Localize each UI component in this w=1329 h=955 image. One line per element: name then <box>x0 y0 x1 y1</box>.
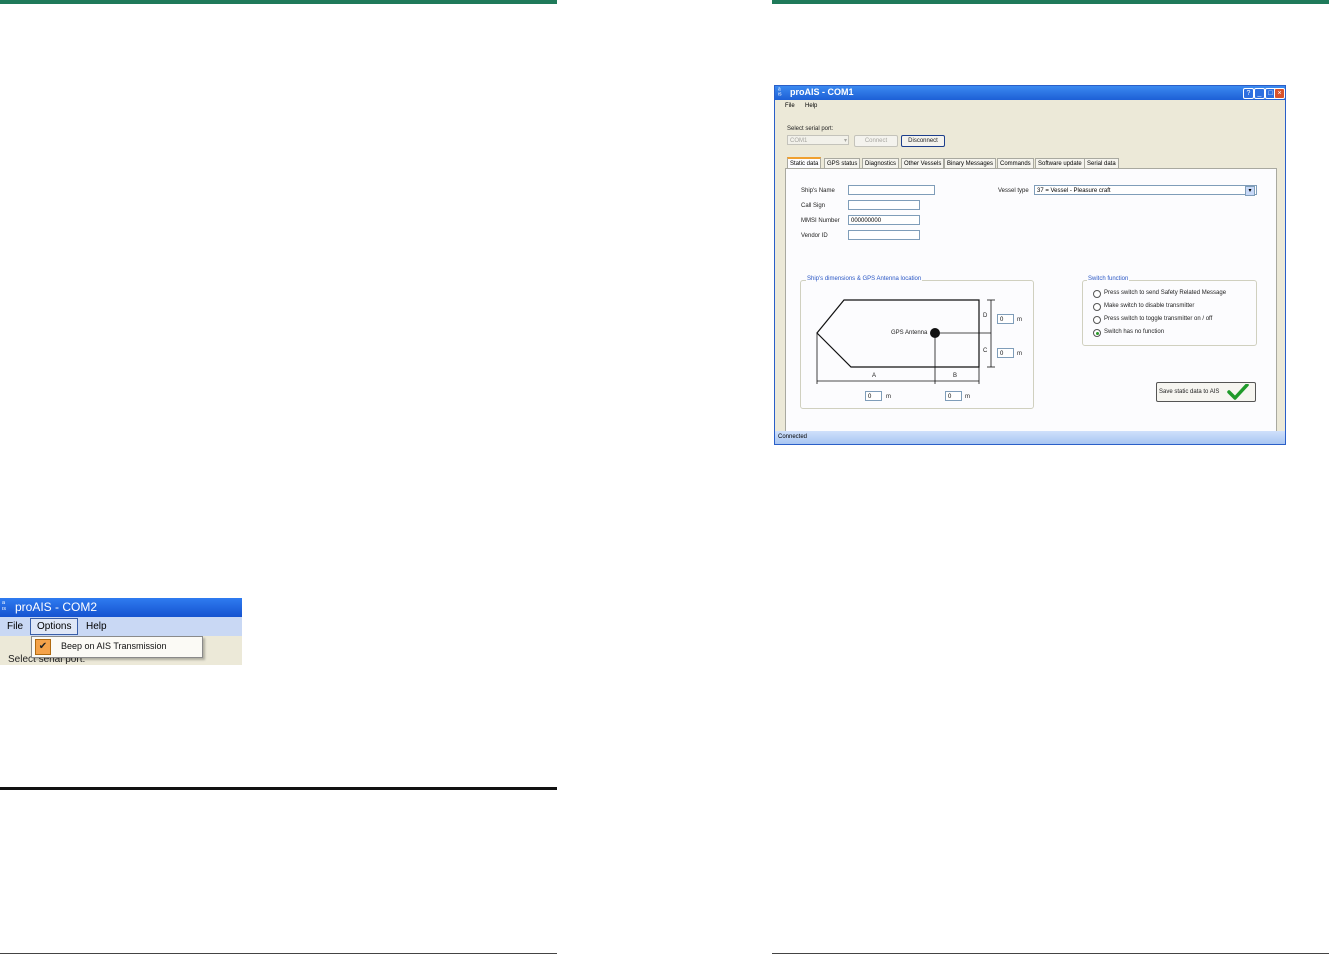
menu-file[interactable]: File <box>7 621 23 632</box>
window-title: proAIS - COM1 <box>790 87 854 97</box>
checkmark-icon: ✔ <box>35 639 51 655</box>
static-data-panel: Ship's Name Call Sign MMSI Number 000000… <box>785 168 1277 433</box>
vendor-id-label: Vendor ID <box>801 233 828 239</box>
mmsi-label: MMSI Number <box>801 218 840 224</box>
vendor-id-field[interactable] <box>848 230 920 240</box>
chevron-down-icon[interactable]: ▾ <box>1245 186 1255 196</box>
section-rule <box>0 787 557 790</box>
radio-toggle-transmitter-label: Press switch to toggle transmitter on / … <box>1104 316 1213 322</box>
radio-safety-message[interactable] <box>1093 290 1101 298</box>
dim-a-label: A <box>872 373 877 379</box>
save-static-data-button[interactable]: Save static data to AIS <box>1156 382 1256 402</box>
beep-on-transmission-item[interactable]: Beep on AIS Transmission <box>61 641 167 651</box>
dim-d-label: D <box>983 313 988 319</box>
vessel-type-select[interactable]: 37 = Vessel - Pleasure craft ▾ <box>1034 185 1257 196</box>
connect-button[interactable]: Connect <box>854 135 898 147</box>
serial-port-select[interactable]: COM1 ▾ <box>787 135 849 145</box>
save-button-label: Save static data to AIS <box>1159 389 1220 395</box>
disconnect-button[interactable]: Disconnect <box>901 135 945 147</box>
menu-bar: File Options Help <box>0 617 242 636</box>
radio-no-function-label: Switch has no function <box>1104 329 1165 335</box>
radio-disable-transmitter[interactable] <box>1093 303 1101 311</box>
call-sign-field[interactable] <box>848 200 920 210</box>
menu-bar: File Help <box>775 101 1285 112</box>
help-icon[interactable]: ? <box>1243 88 1254 99</box>
dim-a-unit: m <box>886 394 891 400</box>
dim-d-field[interactable]: 0 <box>997 314 1014 324</box>
dimensions-group: Ship's dimensions & GPS Antenna location… <box>800 276 1034 409</box>
radio-disable-transmitter-label: Make switch to disable transmitter <box>1104 303 1195 309</box>
proais-window: ᵃ ᶦˢ proAIS - COM1 ? _ □ × File Help Sele… <box>774 85 1286 445</box>
menu-file[interactable]: File <box>785 103 795 109</box>
ais-app-icon: ᵃ ᶦˢ <box>2 599 6 614</box>
switch-function-group: Switch function Press switch to send Saf… <box>1082 276 1257 346</box>
status-text: Connected <box>778 434 808 440</box>
dim-b-label: B <box>953 373 958 379</box>
top-rule-right <box>772 0 1329 4</box>
call-sign-label: Call Sign <box>801 203 826 209</box>
ships-name-label: Ship's Name <box>801 188 835 194</box>
ais-app-icon: ᵃ ᶦˢ <box>778 87 782 99</box>
window-title: proAIS - COM2 <box>15 600 98 614</box>
title-bar: ᵃ ᶦˢ proAIS - COM1 ? _ □ × <box>775 86 1285 100</box>
dim-b-field[interactable]: 0 <box>945 391 962 401</box>
bottom-rule-left <box>0 953 557 954</box>
radio-no-function[interactable] <box>1093 329 1101 337</box>
switch-function-title: Switch function <box>1087 276 1130 282</box>
radio-toggle-transmitter[interactable] <box>1093 316 1101 324</box>
serial-port-label: Select serial port: <box>787 126 834 132</box>
vessel-type-label: Vessel type <box>998 188 1029 194</box>
dim-a-field[interactable]: 0 <box>865 391 882 401</box>
ships-name-field[interactable] <box>848 185 935 195</box>
options-dropdown: ✔ Beep on AIS Transmission <box>31 636 203 658</box>
ship-diagram <box>816 299 995 384</box>
gps-antenna-label: GPS Antenna <box>891 330 928 336</box>
close-icon[interactable]: × <box>1274 88 1285 99</box>
minimize-icon[interactable]: _ <box>1254 88 1265 99</box>
bottom-rule-right <box>772 953 1329 954</box>
dim-c-unit: m <box>1017 351 1022 357</box>
dim-b-unit: m <box>965 394 970 400</box>
menu-help[interactable]: Help <box>86 621 107 632</box>
chevron-down-icon: ▾ <box>843 138 847 144</box>
checkmark-icon <box>1227 384 1249 400</box>
dim-c-field[interactable]: 0 <box>997 348 1014 358</box>
dim-c-label: C <box>983 348 988 354</box>
dim-d-unit: m <box>1017 317 1022 323</box>
menu-help[interactable]: Help <box>805 103 817 109</box>
status-bar: Connected <box>775 431 1285 444</box>
menu-options[interactable]: Options <box>37 621 71 632</box>
top-rule-left <box>0 0 557 4</box>
mmsi-field[interactable]: 000000000 <box>848 215 920 225</box>
title-bar: ᵃ ᶦˢ proAIS - COM2 <box>0 598 242 617</box>
gps-antenna-marker[interactable] <box>930 328 940 338</box>
options-menu-window: ᵃ ᶦˢ proAIS - COM2 File Options Help Sele… <box>0 598 242 665</box>
radio-safety-message-label: Press switch to send Safety Related Mess… <box>1104 290 1227 296</box>
